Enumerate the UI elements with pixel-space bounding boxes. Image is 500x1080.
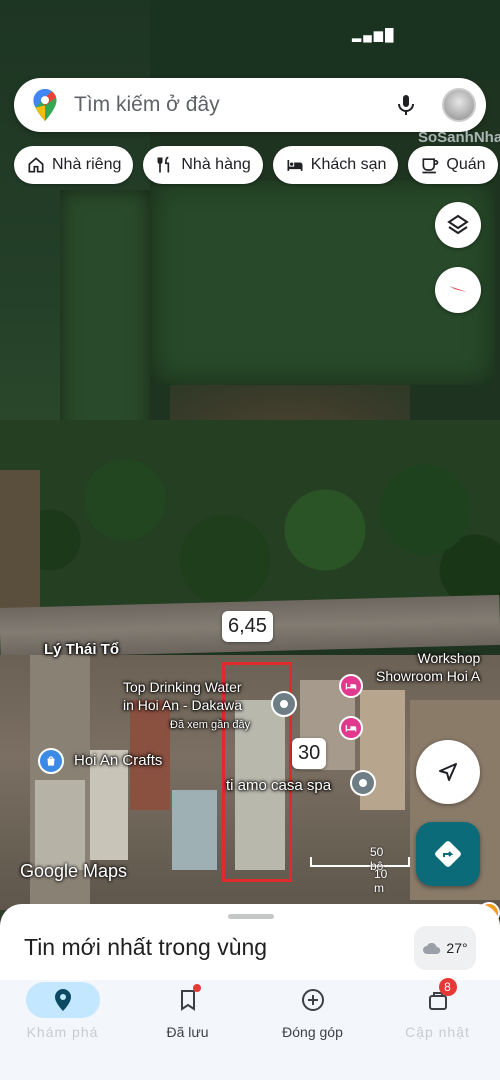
nav-contribute[interactable]: Đóng góp — [250, 980, 375, 1080]
poi-label-drinking-water[interactable]: Top Drinking Water in Hoi An - Dakawa — [123, 678, 242, 714]
nav-updates[interactable]: 8 Cập nhật — [375, 978, 500, 1080]
nav-label: Khám phá — [26, 1024, 99, 1040]
poi-label-spa[interactable]: ti amo casa spa — [226, 777, 331, 795]
nav-label: Đã lưu — [166, 1024, 209, 1040]
weather-chip[interactable]: 27° — [414, 926, 476, 970]
bottom-sheet[interactable]: Tin mới nhất trong vùng 27° — [0, 904, 500, 980]
chip-label: Nhà riêng — [52, 156, 122, 173]
poi-recently-viewed-label: Đã xem gần đây — [170, 719, 251, 731]
map-building — [35, 780, 85, 870]
compass-icon — [449, 286, 467, 292]
chip-cafe[interactable]: Quán — [408, 146, 498, 184]
chip-home[interactable]: Nhà riêng — [14, 146, 134, 184]
poi-workshop-text: Workshop Showroom Hoi A — [376, 650, 481, 684]
measurement-label-width: 6,45 — [222, 611, 273, 642]
map-building — [172, 790, 217, 870]
temperature: 27° — [446, 940, 468, 956]
search-bar[interactable]: Tìm kiếm ở đây — [14, 78, 486, 132]
nav-updates-indicator: 8 — [401, 978, 475, 1018]
chip-label: Nhà hàng — [181, 156, 251, 173]
poi-pin-icon[interactable] — [350, 770, 376, 796]
google-maps-logo-icon — [33, 89, 57, 121]
explore-pin-icon — [54, 989, 71, 1011]
cloud-icon — [423, 942, 441, 954]
layers-button[interactable] — [435, 202, 481, 248]
nav-contribute-indicator — [276, 982, 350, 1018]
hotel-pin-icon[interactable] — [339, 716, 363, 740]
chip-label: Quán — [446, 156, 486, 173]
layers-icon — [447, 214, 469, 235]
restaurant-icon — [157, 156, 170, 173]
hotel-pin-icon[interactable] — [339, 674, 363, 698]
street-label: Lý Thái Tổ — [44, 641, 119, 658]
hotel-icon — [287, 160, 303, 171]
notification-dot — [192, 984, 201, 992]
navigation-arrow-icon — [439, 763, 457, 781]
microphone-icon[interactable] — [394, 93, 418, 117]
category-chips: Nhà riêng Nhà hàng Khách sạn Quán — [14, 146, 498, 184]
poi-label-hoi-an-crafts[interactable]: Hoi An Crafts — [74, 752, 162, 770]
watermark-logo: SoSanhNha — [418, 129, 500, 146]
nav-saved-indicator — [151, 982, 225, 1018]
nav-explore[interactable]: Khám phá — [0, 980, 125, 1080]
nav-explore-indicator — [25, 982, 100, 1018]
search-input[interactable]: Tìm kiếm ở đây — [74, 93, 394, 117]
poi-water-text: Top Drinking Water in Hoi An - Dakawa — [123, 679, 243, 713]
map-field — [150, 0, 500, 80]
home-icon — [28, 157, 44, 173]
scale-metric: 10 m — [374, 867, 388, 895]
nav-label: Cập nhật — [405, 1024, 470, 1040]
bookmark-icon — [180, 990, 195, 1011]
measurement-label-length: 30 — [292, 738, 327, 769]
account-avatar[interactable] — [442, 88, 476, 122]
scale-bar — [310, 857, 410, 867]
chip-label: Khách sạn — [310, 156, 387, 173]
nav-label: Đóng góp — [282, 1024, 343, 1040]
directions-icon — [435, 841, 461, 867]
poi-label-workshop[interactable]: Workshop Showroom Hoi A — [376, 649, 480, 685]
nav-saved[interactable]: Đã lưu — [125, 980, 250, 1080]
compass-button[interactable] — [435, 267, 481, 313]
updates-badge: 8 — [438, 978, 457, 996]
chip-restaurant[interactable]: Nhà hàng — [143, 146, 263, 184]
map-trees — [0, 420, 500, 620]
sheet-drag-handle[interactable] — [228, 914, 274, 919]
cafe-icon — [422, 158, 439, 174]
chip-hotel[interactable]: Khách sạn — [272, 146, 399, 184]
add-circle-icon — [301, 989, 324, 1011]
bottom-navigation: Khám phá Đã lưu Đóng góp 8 Cập nhật — [0, 978, 500, 1080]
poi-pin-icon[interactable] — [271, 691, 297, 717]
directions-button[interactable] — [416, 822, 480, 886]
my-location-button[interactable] — [416, 740, 480, 804]
google-maps-attribution: Google Maps — [20, 861, 128, 881]
shopping-pin-icon[interactable] — [38, 748, 64, 774]
sheet-title: Tin mới nhất trong vùng — [24, 934, 268, 960]
status-bar-signal: ▂▄▆█ — [352, 28, 396, 42]
map-field — [0, 470, 40, 610]
